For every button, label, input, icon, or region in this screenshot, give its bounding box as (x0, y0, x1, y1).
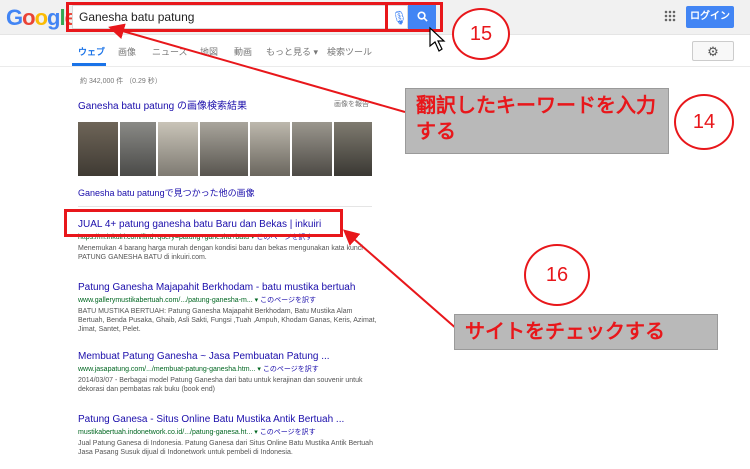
callout-enter-keyword: 翻訳したキーワードを入力する (405, 88, 669, 154)
step-number-14: 14 (674, 94, 734, 150)
arrow-to-search-box (108, 23, 406, 113)
cursor-icon (429, 26, 446, 52)
annotation-arrows (108, 23, 459, 331)
arrow-to-first-result (342, 229, 459, 331)
callout-check-site: サイトをチェックする (454, 314, 718, 350)
step-number-15: 15 (452, 8, 510, 60)
step-number-16: 16 (524, 244, 590, 306)
